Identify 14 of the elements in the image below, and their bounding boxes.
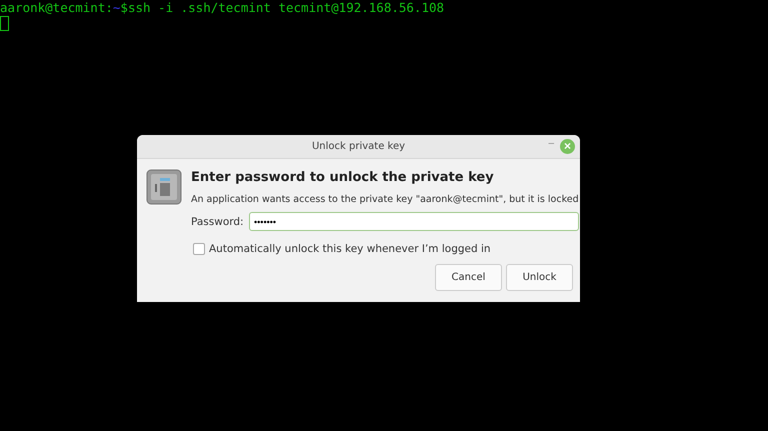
unlock-button[interactable]: Unlock (506, 264, 573, 291)
cancel-button[interactable]: Cancel (435, 264, 502, 291)
terminal-cursor (0, 16, 9, 31)
window-title: Unlock private key (312, 141, 406, 152)
prompt-path: ~ (112, 0, 120, 15)
command-text: ssh -i .ssh/tecmint tecmint@192.168.56.108 (128, 0, 444, 15)
auto-unlock-checkbox[interactable]: Automatically unlock this key whenever I’m logged in (193, 243, 491, 255)
prompt-symbol: $ (120, 0, 128, 15)
prompt-user-host: aaronk@tecmint: (0, 0, 113, 15)
password-field[interactable]: ••••••• (249, 212, 579, 231)
dialog-message: An application wants access to the private key "aaronk@tecmint", but it is locked (191, 194, 579, 205)
password-label: Password: (191, 216, 245, 228)
safe-icon (146, 169, 182, 205)
dialog-heading: Enter password to unlock the private key (191, 170, 495, 185)
